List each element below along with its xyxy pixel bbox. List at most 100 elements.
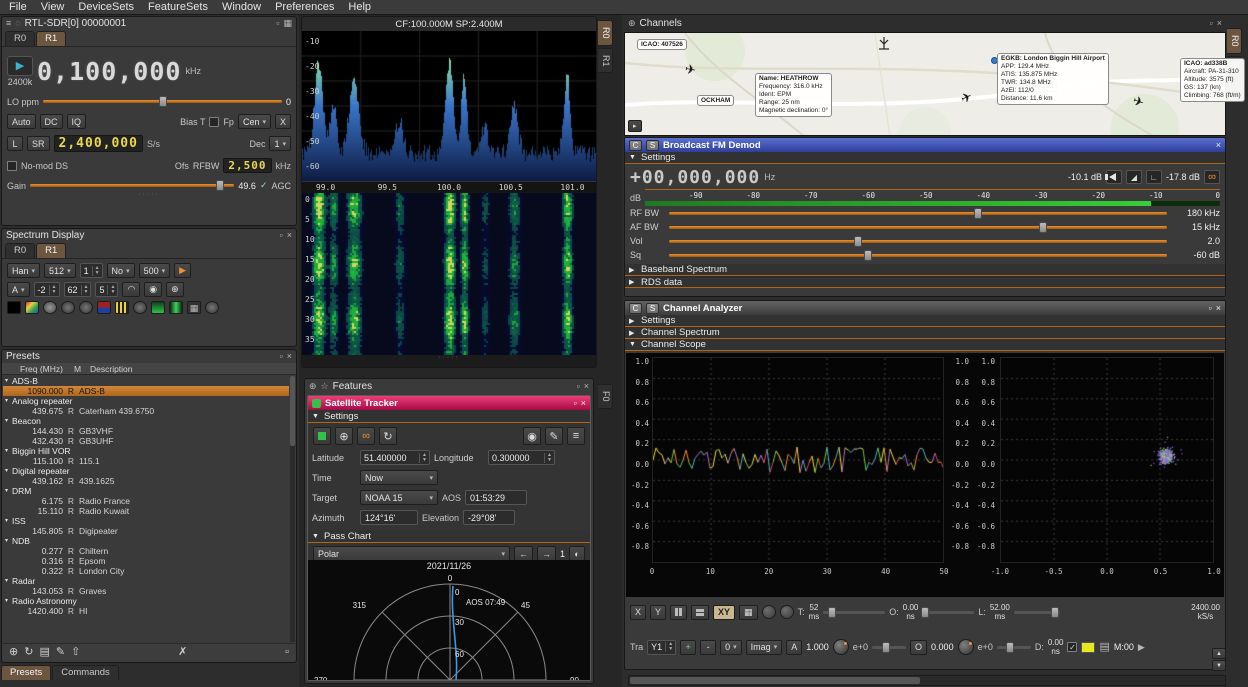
preset-group-row[interactable]: ▾Digital repeater xyxy=(3,466,289,476)
preset-group-row[interactable]: ▾Radio Astronomy xyxy=(3,596,289,606)
preset-group-row[interactable]: ▾DRM xyxy=(3,486,289,496)
window-function-select[interactable]: Han xyxy=(7,263,40,278)
spectrum-side-tab-r0[interactable]: R0 xyxy=(598,20,613,46)
trace-mode-select[interactable]: Imag xyxy=(746,640,783,655)
toggle-3-button[interactable] xyxy=(79,301,93,314)
preset-row[interactable]: 1420.400RHI xyxy=(3,606,289,616)
xy-display-button[interactable]: XY xyxy=(713,605,735,620)
mute-button[interactable] xyxy=(1106,170,1122,184)
rf-bw-slider[interactable] xyxy=(669,207,1167,220)
dock-icon[interactable]: ▫ xyxy=(280,231,283,240)
tab-presets[interactable]: Presets xyxy=(1,665,51,680)
device-tab-r0[interactable]: R0 xyxy=(5,31,35,46)
preset-row[interactable]: 432.430RGB3UHF xyxy=(3,436,289,446)
scope-trace-plot[interactable] xyxy=(652,357,944,563)
trace-select-stepper[interactable]: Y1▲▼ xyxy=(647,640,676,655)
grid-button[interactable]: ▦ xyxy=(739,605,758,620)
colormap-button[interactable] xyxy=(151,301,165,314)
lo-ppm-slider[interactable] xyxy=(43,95,282,108)
adsb-map[interactable]: ✈ ✈ ✈ ✈ ICAO: 407526 ICAO: ad8193 OCKHAM… xyxy=(624,32,1226,136)
spectrum-plot[interactable]: -10-20-30-40-50-60 xyxy=(302,31,596,181)
sample-rate-display[interactable]: 2,400,000 xyxy=(54,135,143,152)
preset-row[interactable]: 0.277RChiltern xyxy=(3,546,289,556)
edit-satellites-button[interactable]: ✎ xyxy=(545,427,563,445)
time-select[interactable]: Now xyxy=(360,470,438,485)
fc-position-select[interactable]: Cen xyxy=(238,114,271,129)
device-tab-r1[interactable]: R1 xyxy=(36,31,66,46)
menu-item-featuresets[interactable]: FeatureSets xyxy=(141,0,215,15)
histogram-style-button[interactable] xyxy=(7,301,21,314)
curve-icon[interactable]: ◠ xyxy=(122,282,140,297)
polar-grid-knob[interactable] xyxy=(762,605,776,619)
autotarget-button[interactable]: ◉ xyxy=(523,427,541,445)
sq-slider[interactable] xyxy=(669,249,1167,262)
memory-save-icon[interactable]: ▤ xyxy=(1099,642,1109,653)
tracker-settings-header[interactable]: ▼Settings xyxy=(308,410,590,423)
transverter-button[interactable]: X xyxy=(275,114,291,129)
refresh-rate-select[interactable]: 500 xyxy=(139,263,171,278)
memory-play-icon[interactable]: ▶ xyxy=(1138,643,1145,652)
ref-level-stepper[interactable]: -2▲▼ xyxy=(34,282,60,297)
preset-row[interactable]: 144.430RGB3VHF xyxy=(3,426,289,436)
latitude-field[interactable]: 51.400000▲▼ xyxy=(360,450,430,465)
deemphasis-icon[interactable]: ◢ xyxy=(1126,170,1142,184)
collapse-caret-icon[interactable]: ▾ xyxy=(3,516,12,526)
map-expand-button[interactable]: ▸ xyxy=(628,120,642,132)
collapse-caret-icon[interactable]: ▾ xyxy=(3,466,12,476)
close-icon[interactable]: × xyxy=(1217,19,1222,28)
preset-row[interactable]: 1090.000RADS-B xyxy=(3,386,289,396)
dock-icon[interactable]: ▫ xyxy=(574,398,577,408)
spectrum-play-button[interactable]: ▶ xyxy=(174,263,191,278)
close-icon[interactable]: × xyxy=(1216,140,1221,150)
range-stepper[interactable]: 62▲▼ xyxy=(64,282,92,297)
channel-scope[interactable]: 1.00.80.60.40.20.0-0.2-0.4-0.6-0.8 01020… xyxy=(626,353,1224,597)
amplitude-fine-slider[interactable] xyxy=(872,641,906,654)
new-preset-button[interactable]: ⊕ xyxy=(9,647,18,658)
preset-group-row[interactable]: ▾Beacon xyxy=(3,416,289,426)
channel-s-button[interactable]: S xyxy=(646,303,659,314)
start-stop-button[interactable] xyxy=(313,427,331,445)
channel-analyzer-titlebar[interactable]: C S Channel Analyzer ▫ × xyxy=(625,301,1225,315)
vol-slider[interactable] xyxy=(669,235,1167,248)
bias-t-checkbox[interactable] xyxy=(209,117,219,127)
add-feature-icon[interactable]: ⊕ xyxy=(309,382,317,391)
aircraft-badge[interactable]: ICAO: 407526 xyxy=(637,39,687,50)
colormap-2-button[interactable] xyxy=(169,301,183,314)
remove-trace-button[interactable]: - xyxy=(700,640,716,655)
load-preset-button[interactable]: ▫ xyxy=(285,647,289,658)
lock-button[interactable]: L xyxy=(7,136,23,151)
dock-icon[interactable]: ▫ xyxy=(280,352,283,361)
export-preset-button[interactable]: ⇧ xyxy=(71,647,80,658)
preset-row[interactable]: 6.175RRadio France xyxy=(3,496,289,506)
next-pass-button[interactable]: → xyxy=(537,546,556,561)
offset-fine-slider[interactable] xyxy=(997,641,1031,654)
add-channel-icon[interactable]: ⊕ xyxy=(628,19,636,28)
menu-item-view[interactable]: View xyxy=(34,0,72,15)
toggle-2-button[interactable] xyxy=(61,301,75,314)
spectrum-display-tab-r1[interactable]: R1 xyxy=(36,243,66,258)
preset-row[interactable]: 0.322RLondon City xyxy=(3,566,289,576)
toggle-1-button[interactable] xyxy=(43,301,57,314)
menu-item-help[interactable]: Help xyxy=(341,0,378,15)
dock-icon[interactable]: ▫ xyxy=(276,19,279,28)
features-tab-f0[interactable]: F0 xyxy=(598,384,613,409)
collapse-caret-icon[interactable]: ▾ xyxy=(3,486,12,496)
close-icon[interactable]: × xyxy=(287,231,292,240)
toggle-5-button[interactable] xyxy=(205,301,219,314)
scroll-up-button[interactable]: ▲ xyxy=(1212,648,1226,659)
averaging-stepper[interactable]: 1▲▼ xyxy=(80,263,103,278)
rds-data-header[interactable]: ▶RDS data xyxy=(625,276,1225,288)
fm-frequency-offset[interactable]: +00,000,000 xyxy=(630,167,760,188)
pass-chart-header[interactable]: ▼Pass Chart xyxy=(308,530,590,543)
collapse-caret-icon[interactable]: ▾ xyxy=(3,576,12,586)
time-base-slider[interactable] xyxy=(823,606,885,619)
radio-icon[interactable]: ◉ xyxy=(144,282,162,297)
spectrum-side-tab-r1[interactable]: R1 xyxy=(598,48,613,74)
trace-length-slider[interactable] xyxy=(1014,606,1060,619)
af-bw-slider[interactable] xyxy=(669,221,1167,234)
airport-info-box[interactable]: EGKB: London Biggin Hill Airport APP: 12… xyxy=(997,53,1109,105)
presets-scrollbar[interactable] xyxy=(290,376,295,642)
gain-slider[interactable] xyxy=(30,179,234,192)
dock-icon[interactable]: ▫ xyxy=(1210,19,1213,28)
dc-button[interactable]: DC xyxy=(40,114,63,129)
